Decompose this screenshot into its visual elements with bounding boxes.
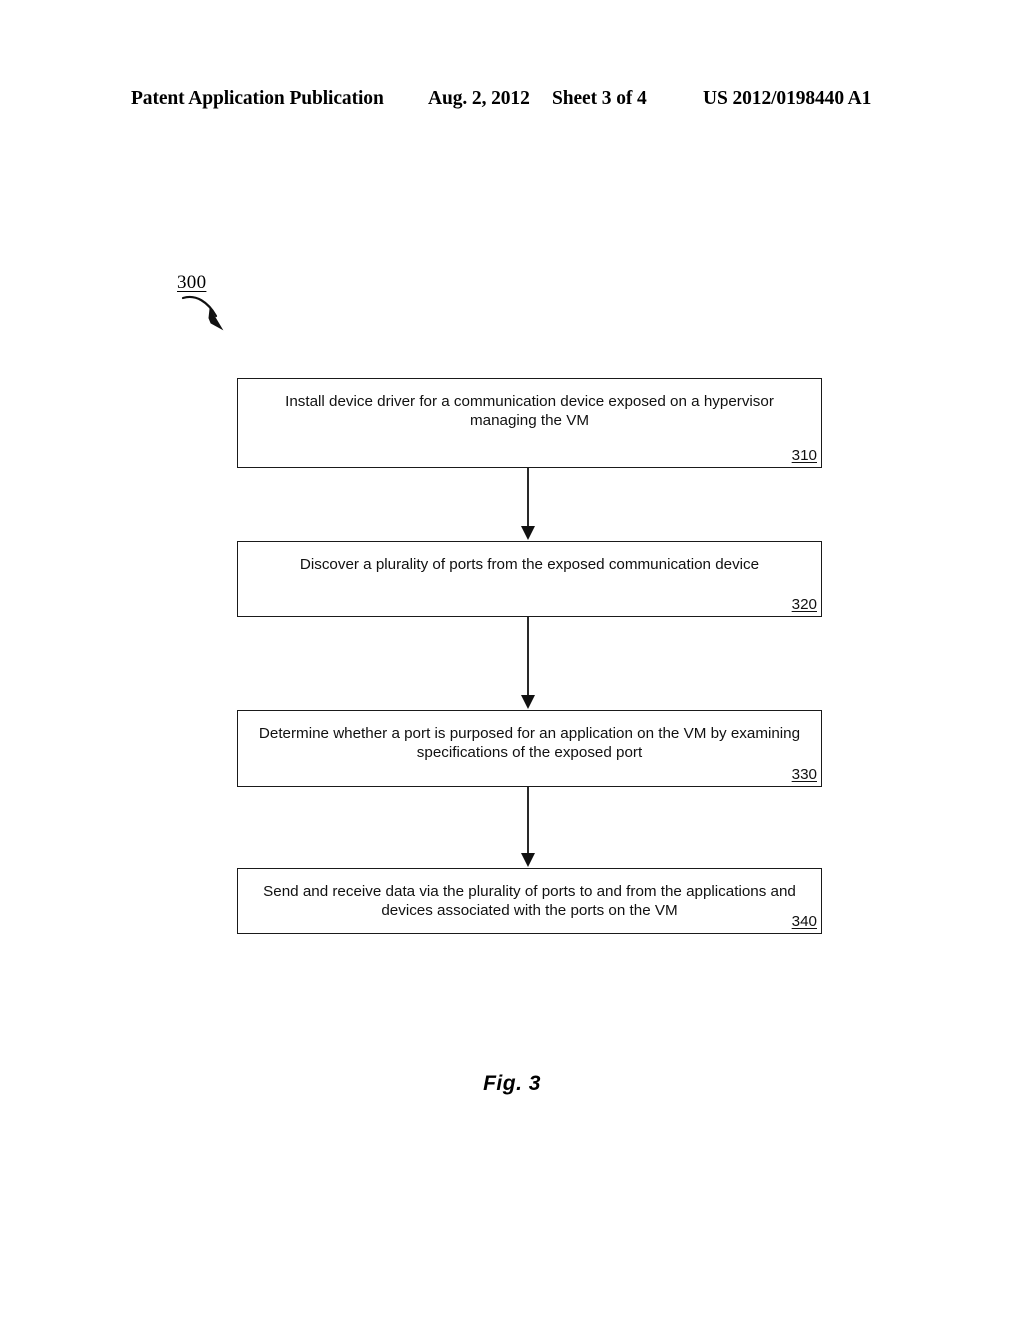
flowchart-connector-320-330 — [521, 617, 535, 709]
flowchart-step-320[interactable]: Discover a plurality of ports from the e… — [237, 541, 822, 617]
flowchart-step-340-text: Send and receive data via the plurality … — [263, 883, 796, 919]
flowchart-step-320-number: 320 — [791, 596, 817, 613]
flowchart-step-320-text: Discover a plurality of ports from the e… — [299, 556, 760, 573]
flowchart-step-310-text: Install device driver for a communicatio… — [285, 393, 774, 429]
flowchart-step-310[interactable]: Install device driver for a communicatio… — [237, 378, 822, 468]
flowchart-step-330-number: 330 — [791, 766, 817, 783]
flowchart-step-310-number: 310 — [791, 447, 817, 464]
flowchart-step-340-number: 340 — [791, 913, 817, 930]
flowchart-connector-310-320 — [521, 468, 535, 540]
figure-caption: Fig. 3 — [483, 1072, 541, 1095]
flowchart-step-330[interactable]: Determine whether a port is purposed for… — [237, 710, 822, 787]
flowchart-step-330-text: Determine whether a port is purposed for… — [258, 725, 801, 761]
flowchart: Install device driver for a communicatio… — [0, 0, 1024, 1320]
flowchart-step-340[interactable]: Send and receive data via the plurality … — [237, 868, 822, 934]
flowchart-connector-330-340 — [521, 787, 535, 867]
